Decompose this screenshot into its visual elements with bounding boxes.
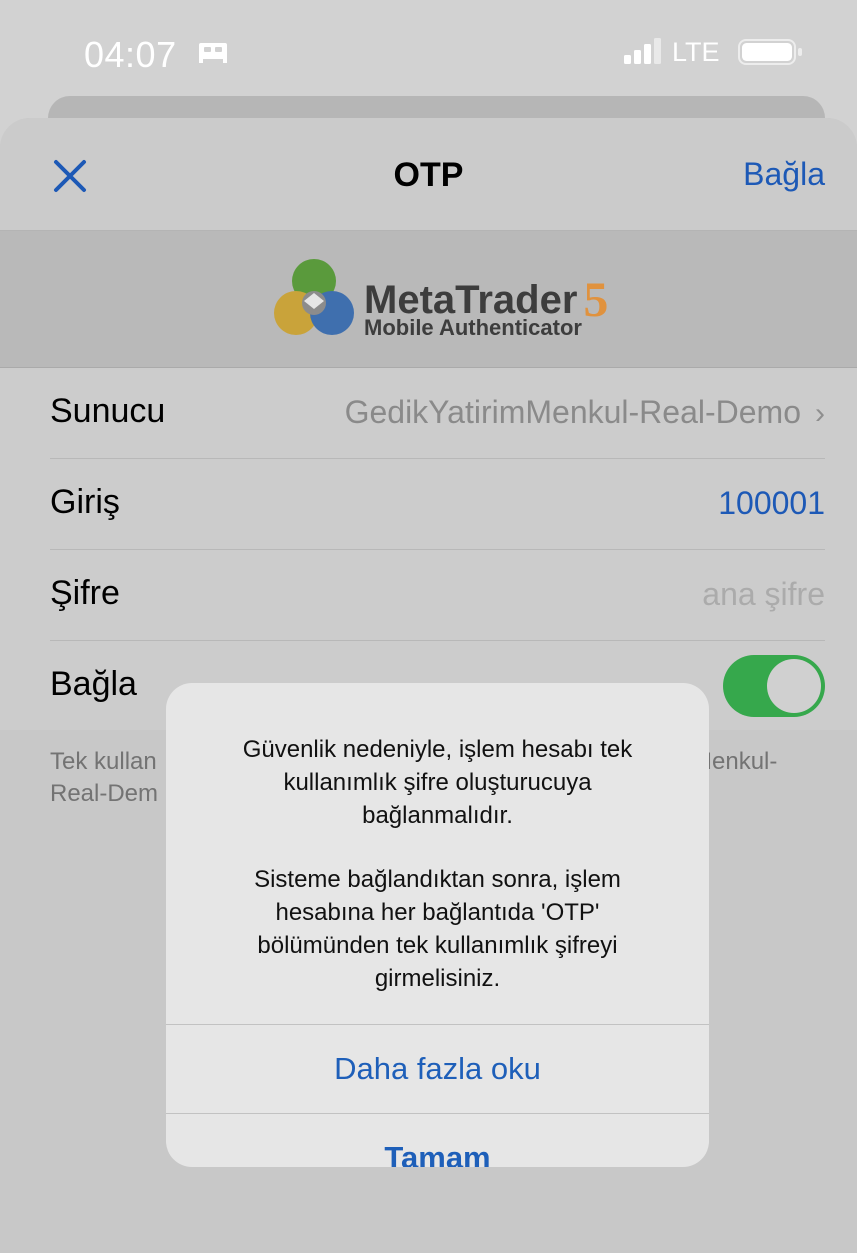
password-label: Şifre	[50, 574, 120, 612]
read-more-button[interactable]: Daha fazla oku	[166, 1024, 709, 1113]
login-form: Sunucu GedikYatirimMenkul-Real-Demo › Gir…	[0, 368, 857, 730]
status-bar: 04:07 LTE	[0, 0, 857, 100]
password-row[interactable]: Şifre ana şifre	[50, 550, 825, 641]
alert-dialog: Güvenlik nedeniyle, işlem hesabı tek kul…	[166, 683, 709, 1167]
login-label: Giriş	[50, 483, 120, 521]
footer-note-line2: Real-Dem	[50, 780, 159, 807]
login-field[interactable]: 100001	[718, 485, 825, 522]
alert-line: bağlanmalıdır.	[362, 802, 513, 829]
server-label: Sunucu	[50, 392, 166, 430]
password-field[interactable]: ana şifre	[702, 576, 825, 613]
network-type: LTE	[672, 37, 720, 67]
toggle-knob	[767, 659, 821, 713]
status-time: 04:07	[84, 34, 177, 75]
navigation-bar: OTP Bağla	[0, 118, 857, 231]
brand-version: 5	[583, 271, 609, 327]
server-row[interactable]: Sunucu GedikYatirimMenkul-Real-Demo ›	[50, 368, 825, 459]
alert-line: girmelisiniz.	[374, 965, 501, 992]
connect-toggle[interactable]	[723, 655, 825, 717]
connect-label: Bağla	[50, 665, 137, 703]
metatrader-logo-icon	[274, 259, 354, 335]
battery-icon	[738, 39, 802, 65]
page-title: OTP	[393, 156, 464, 194]
alert-line: Güvenlik nedeniyle, işlem hesabı tek	[242, 736, 633, 763]
alert-message-security: Güvenlik nedeniyle, işlem hesabı tek kul…	[196, 733, 679, 832]
alert-line: kullanımlık şifre oluşturucuya	[283, 769, 592, 796]
logo-subtitle: Mobile Authenticator	[364, 315, 582, 340]
alert-line: bölümünden tek kullanımlık şifreyi	[257, 932, 618, 959]
bed-icon	[199, 43, 227, 63]
signal-icon	[624, 38, 661, 64]
server-value: GedikYatirimMenkul-Real-Demo ›	[345, 394, 825, 431]
server-name: GedikYatirimMenkul-Real-Demo	[344, 394, 801, 430]
footer-note-line1: Tek kullan	[50, 748, 157, 775]
ok-button[interactable]: Tamam	[166, 1113, 709, 1167]
logo-banner: MetaTrader 5 Mobile Authenticator	[0, 231, 857, 368]
connect-button[interactable]: Bağla	[743, 156, 825, 193]
alert-line: Sisteme bağlandıktan sonra, işlem	[254, 866, 621, 893]
alert-line: hesabına her bağlantıda 'OTP'	[275, 899, 600, 926]
login-row[interactable]: Giriş 100001	[50, 459, 825, 550]
alert-message-instructions: Sisteme bağlandıktan sonra, işlem hesabı…	[196, 863, 679, 995]
alert-body: Güvenlik nedeniyle, işlem hesabı tek kul…	[166, 683, 709, 1023]
chevron-right-icon: ›	[815, 397, 825, 430]
